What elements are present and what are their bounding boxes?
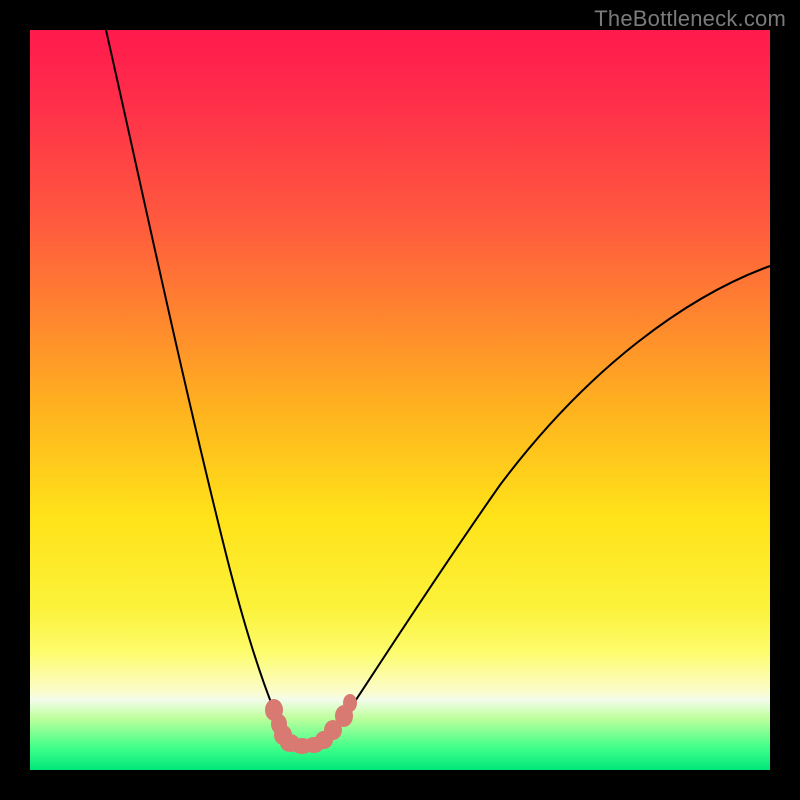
watermark-text: TheBottleneck.com bbox=[594, 6, 786, 32]
trough-markers bbox=[265, 694, 357, 754]
plot-area bbox=[30, 30, 770, 770]
bottleneck-curve bbox=[30, 30, 770, 770]
chart-frame: TheBottleneck.com bbox=[0, 0, 800, 800]
curve-path bbox=[106, 30, 770, 744]
